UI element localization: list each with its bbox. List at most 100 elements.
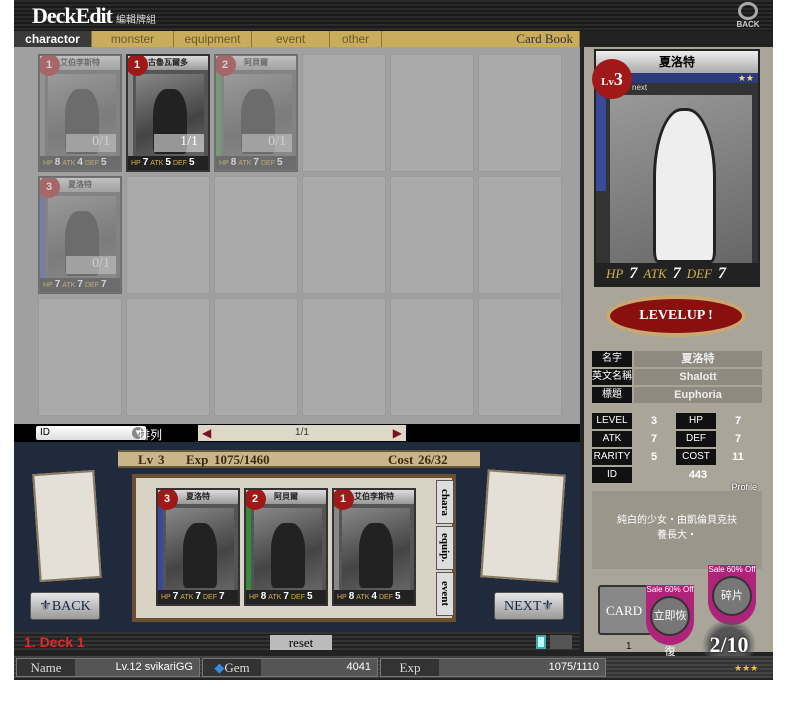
stat-value: 7	[734, 415, 742, 427]
sort-selected: ID	[40, 427, 50, 438]
card-art	[254, 508, 322, 590]
card[interactable]: 夏洛特 3 HP 7 ATK 7 DEF 7	[156, 488, 240, 606]
atk-label: ATK	[238, 160, 252, 167]
card[interactable]: 古魯瓦爾多 1 1/1 HP 7 ATK 5 DEF 5	[126, 54, 210, 172]
tab-charactor[interactable]: charactor	[14, 31, 92, 47]
stat-key: ATK	[592, 431, 632, 447]
level-badge: 1	[334, 490, 354, 510]
card-slot[interactable]	[478, 54, 562, 172]
name-label: Name	[17, 659, 75, 676]
next-label: next	[632, 83, 648, 92]
card[interactable]: 艾伯李斯特 1 HP 8 ATK 4 DEF 5	[332, 488, 416, 606]
deck-tab-event[interactable]: event	[436, 572, 454, 616]
sale-badge: Sale 60% Off	[646, 585, 694, 594]
page-title: DeckEdit	[32, 3, 113, 28]
deck-tab-equip[interactable]: equip.	[436, 526, 454, 570]
atk-value: 4	[77, 157, 83, 168]
stat-value: 7	[734, 433, 742, 445]
card-slot[interactable]	[126, 298, 210, 416]
hp-value: 7	[172, 591, 179, 602]
tab-other[interactable]: other	[330, 31, 382, 47]
atk-value: 7	[77, 279, 83, 290]
info-key: 名字	[592, 351, 632, 367]
card-slot[interactable]	[214, 298, 298, 416]
exp-value: 1075/1110	[548, 661, 599, 673]
stat-key: RARITY	[592, 449, 632, 465]
card-side-stripe	[246, 504, 251, 590]
card[interactable]: 夏洛特 3 0/1 HP 7 ATK 7 DEF 7	[38, 176, 122, 294]
tab-event[interactable]: event	[252, 31, 330, 47]
level-badge: 1	[40, 56, 60, 76]
def-value: 7	[218, 591, 225, 602]
levelup-button[interactable]: LEVELUP !	[606, 295, 746, 337]
sort-bar: ID ▼ 排列 ◀ 1/1 ▶	[14, 424, 580, 442]
tab-equipment[interactable]: equipment	[174, 31, 252, 47]
card-slot[interactable]	[302, 176, 386, 294]
card-slot[interactable]	[478, 298, 562, 416]
atk-value: 7	[283, 591, 289, 602]
hp-value: 8	[348, 591, 355, 602]
hp-value: 8	[54, 157, 61, 168]
card-slot[interactable]	[214, 176, 298, 294]
def-label: DEF	[172, 160, 187, 167]
back-top-button[interactable]: BACK	[729, 2, 767, 29]
info-value: Shalott	[634, 369, 762, 385]
card-slot[interactable]	[302, 54, 386, 172]
card-slot[interactable]	[38, 298, 122, 416]
atk-label: ATK	[62, 282, 76, 289]
card-grid: 艾伯李斯特 1 0/1 HP 8 ATK 4 DEF 5 古魯瓦爾多 1 1/1 HP 7 ATK 5 DEF 5…	[14, 47, 580, 424]
toggle-on	[536, 635, 546, 649]
reset-button[interactable]: reset	[270, 635, 332, 650]
def-label: DEF	[290, 594, 305, 601]
deck-toggle[interactable]	[536, 635, 572, 649]
prev-deck-preview	[32, 469, 102, 583]
sale-restore[interactable]: Sale 60% Off 立即恢復	[646, 585, 694, 658]
player-bar: Name Lv.12 svikariGG ◆Gem 4041 Exp 1075/111…	[14, 656, 773, 678]
character-figure	[183, 522, 217, 589]
stat-key: ID	[592, 467, 632, 483]
sort-select[interactable]: ID ▼	[36, 426, 146, 440]
card-side-stripe	[40, 192, 45, 278]
tab-card-book[interactable]: Card Book	[382, 31, 580, 47]
exp-field: Exp 1075/1110	[380, 658, 606, 677]
card-side-stripe	[128, 70, 133, 156]
deck-exp-label: Exp	[186, 452, 209, 467]
card-stats: HP 7 ATK 5 DEF 5	[128, 156, 208, 170]
deck-cost-label: Cost	[388, 452, 414, 467]
card-stats: HP 8 ATK 4 DEF 5	[40, 156, 120, 170]
deck-exp: 1075/1460	[214, 452, 270, 467]
stat-rarity: RARITY 5	[592, 449, 674, 465]
def-value: 7	[100, 279, 107, 290]
prev-page-icon[interactable]: ◀	[202, 425, 211, 441]
card[interactable]: 阿貝爾 2 HP 8 ATK 7 DEF 5	[244, 488, 328, 606]
next-page-icon[interactable]: ▶	[393, 425, 402, 441]
atk-label: ATK	[180, 594, 194, 601]
card-slot[interactable]	[390, 54, 474, 172]
character-figure	[271, 522, 305, 589]
card-side-stripe	[596, 83, 606, 191]
def-value: 5	[188, 157, 195, 168]
hp-label: HP	[43, 282, 53, 289]
card-slot[interactable]	[390, 298, 474, 416]
card-slot[interactable]	[126, 176, 210, 294]
deck-tab-chara[interactable]: chara	[436, 480, 454, 524]
hp-label: HP	[606, 266, 624, 281]
hp-value: 7	[54, 279, 61, 290]
next-button[interactable]: NEXT⚜	[494, 592, 564, 620]
card-slot[interactable]	[302, 298, 386, 416]
restore-button[interactable]: 立即恢復	[650, 596, 690, 658]
card[interactable]: 阿貝爾 2 0/1 HP 8 ATK 7 DEF 5	[214, 54, 298, 172]
shard-get-button[interactable]: 碎片GET	[712, 576, 752, 638]
def-value: 5	[100, 157, 107, 168]
hp-label: HP	[161, 594, 171, 601]
hp-value: 7	[142, 157, 149, 168]
card-slot[interactable]	[478, 176, 562, 294]
back-button[interactable]: ⚜BACK	[30, 592, 100, 620]
tab-monster[interactable]: monster	[92, 31, 174, 47]
card[interactable]: 艾伯李斯特 1 0/1 HP 8 ATK 4 DEF 5	[38, 54, 122, 172]
stat-value: 11	[732, 451, 744, 463]
hp-label: HP	[43, 160, 53, 167]
pager: ◀ 1/1 ▶	[198, 425, 406, 441]
atk-label: ATK	[643, 266, 667, 281]
card-slot[interactable]	[390, 176, 474, 294]
